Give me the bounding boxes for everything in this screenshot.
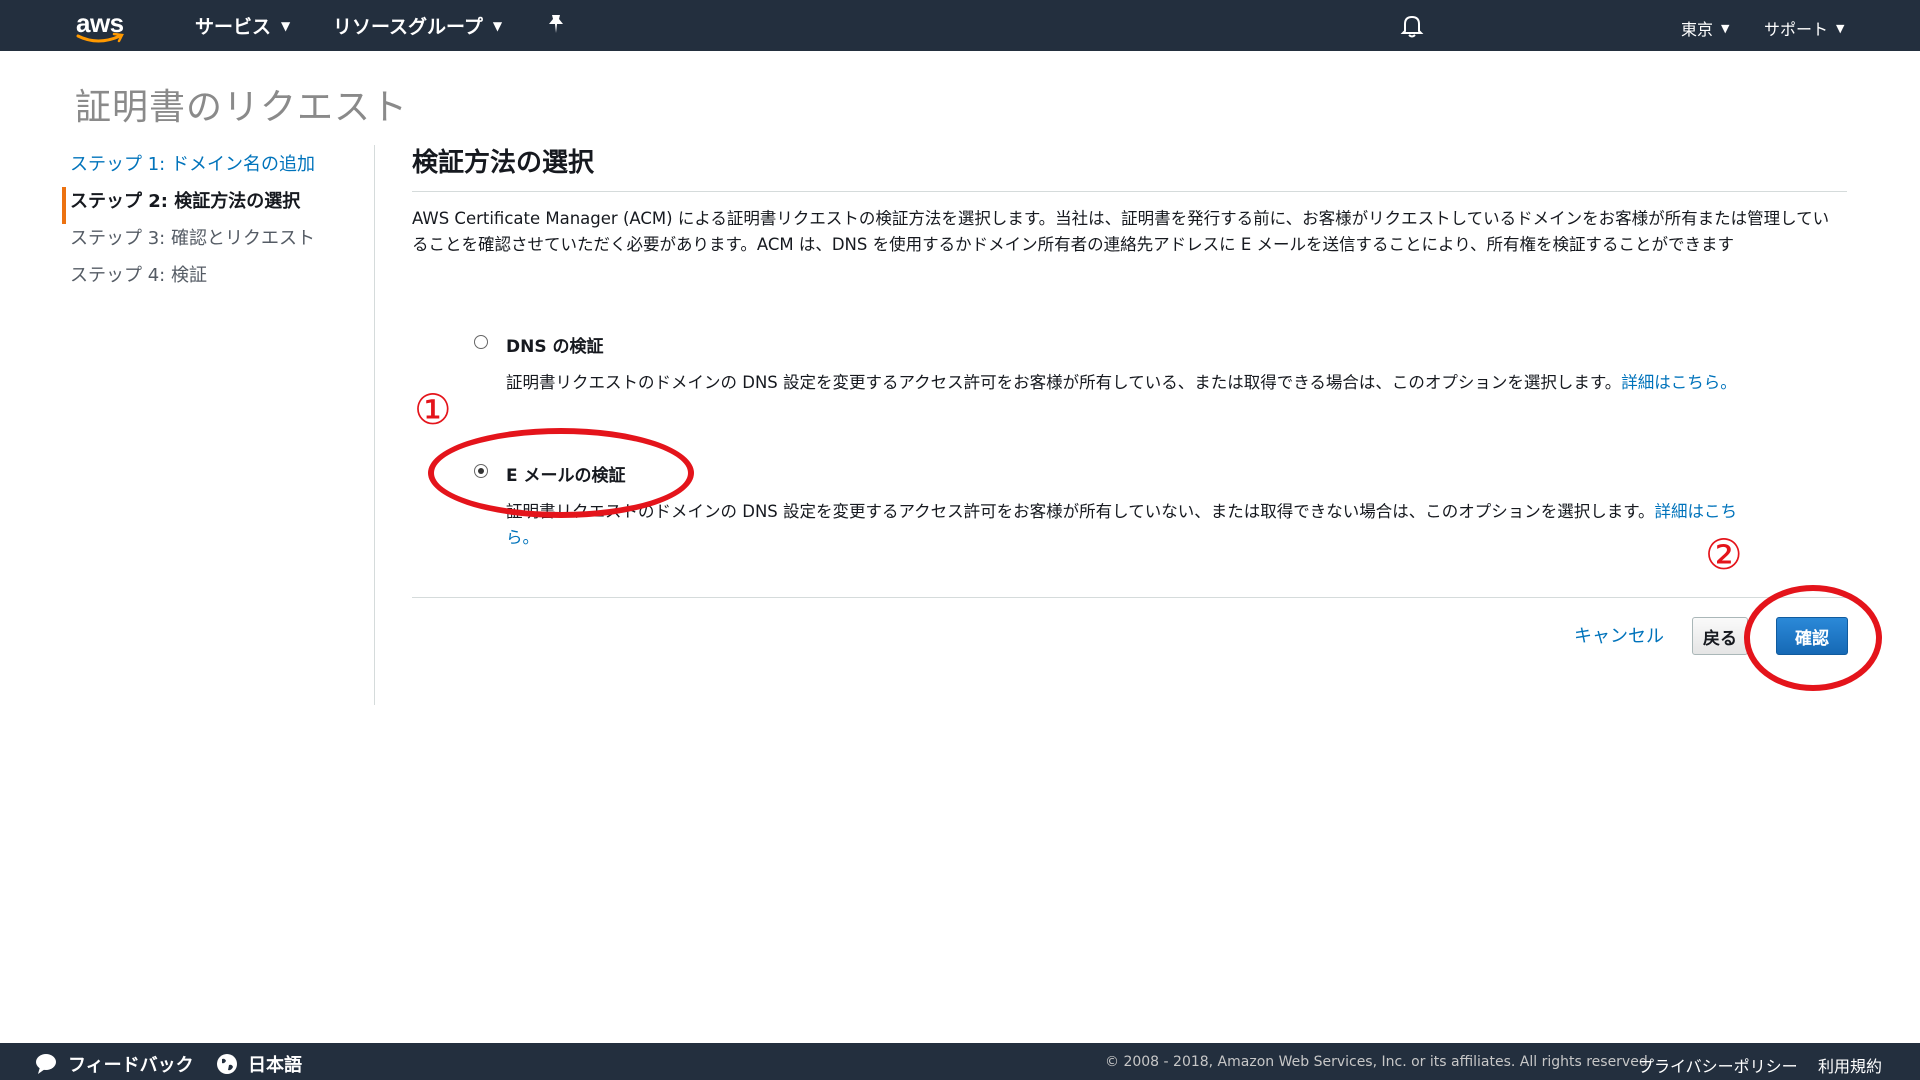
email-validation-text: 証明書リクエストのドメインの DNS 設定を変更するアクセス許可をお客様が所有し… xyxy=(506,502,1655,521)
region-label: 東京 xyxy=(1681,20,1714,39)
globe-icon xyxy=(217,1054,237,1074)
back-button[interactable]: 戻る xyxy=(1692,617,1748,655)
chevron-down-icon: ▼ xyxy=(281,18,291,33)
copyright-text: © 2008 - 2018, Amazon Web Services, Inc.… xyxy=(1105,1054,1653,1070)
dns-validation-option[interactable]: DNS の検証 証明書リクエストのドメインの DNS 設定を変更するアクセス許可… xyxy=(474,332,1774,422)
resource-groups-label: リソースグループ xyxy=(333,16,483,38)
speech-bubble-icon xyxy=(36,1054,56,1074)
chevron-down-icon: ▼ xyxy=(1721,21,1730,35)
terms-link[interactable]: 利用規約 xyxy=(1818,1053,1882,1077)
notifications-bell-icon[interactable] xyxy=(1400,13,1424,43)
privacy-policy-link[interactable]: プライバシーポリシー xyxy=(1638,1053,1798,1077)
step-3: ステップ 3: 確認とリクエスト xyxy=(70,228,315,249)
step-4: ステップ 4: 検証 xyxy=(70,265,207,286)
chevron-down-icon: ▼ xyxy=(492,18,503,33)
feedback-label: フィードバック xyxy=(68,1055,194,1076)
resource-groups-menu[interactable]: リソースグループ ▼ xyxy=(333,12,502,39)
annotation-number-2: ② xyxy=(1705,530,1743,579)
section-description: AWS Certificate Manager (ACM) による証明書リクエス… xyxy=(412,209,1830,254)
feedback-button[interactable]: フィードバック xyxy=(34,1051,194,1077)
services-menu[interactable]: サービス ▼ xyxy=(195,12,290,39)
dns-validation-radio[interactable] xyxy=(474,335,488,349)
email-validation-description: 証明書リクエストのドメインの DNS 設定を変更するアクセス許可をお客様が所有し… xyxy=(506,499,1756,551)
support-label: サポート xyxy=(1764,20,1829,39)
support-menu[interactable]: サポート ▼ xyxy=(1764,16,1844,40)
dns-learn-more-link[interactable]: 詳細はこちら。 xyxy=(1621,373,1737,392)
chevron-down-icon: ▼ xyxy=(1836,21,1845,35)
top-navigation: aws サービス ▼ リソースグループ ▼ 東京 ▼ サポート ▼ xyxy=(0,0,1920,51)
language-label: 日本語 xyxy=(248,1055,302,1076)
actions-divider xyxy=(412,597,1847,598)
step-2-current: ステップ 2: 検証方法の選択 xyxy=(62,187,362,224)
aws-logo[interactable]: aws xyxy=(74,6,130,46)
step-1-link[interactable]: ステップ 1: ドメイン名の追加 xyxy=(62,150,362,187)
cancel-link[interactable]: キャンセル xyxy=(1574,622,1664,648)
wizard-steps: ステップ 1: ドメイン名の追加 ステップ 2: 検証方法の選択 ステップ 3:… xyxy=(62,150,362,298)
language-selector[interactable]: 日本語 xyxy=(216,1051,302,1077)
page-title: 証明書のリクエスト xyxy=(75,87,409,128)
vertical-divider xyxy=(374,145,375,705)
aws-smile-icon xyxy=(76,32,124,43)
annotation-number-1: ① xyxy=(414,385,452,434)
footer: フィードバック 日本語 © 2008 - 2018, Amazon Web Se… xyxy=(0,1043,1920,1080)
region-menu[interactable]: 東京 ▼ xyxy=(1681,16,1729,40)
dns-validation-label: DNS の検証 xyxy=(506,337,604,357)
section-title: 検証方法の選択 xyxy=(412,145,1847,192)
services-label: サービス xyxy=(195,16,272,38)
dns-validation-description: 証明書リクエストのドメインの DNS 設定を変更するアクセス許可をお客様が所有し… xyxy=(506,370,1756,396)
pin-icon[interactable] xyxy=(545,13,567,41)
main-panel: 検証方法の選択 AWS Certificate Manager (ACM) によ… xyxy=(412,145,1847,258)
annotation-ellipse-email-option xyxy=(428,428,694,518)
annotation-ellipse-confirm-button xyxy=(1744,585,1882,691)
dns-validation-text: 証明書リクエストのドメインの DNS 設定を変更するアクセス許可をお客様が所有し… xyxy=(506,373,1622,392)
